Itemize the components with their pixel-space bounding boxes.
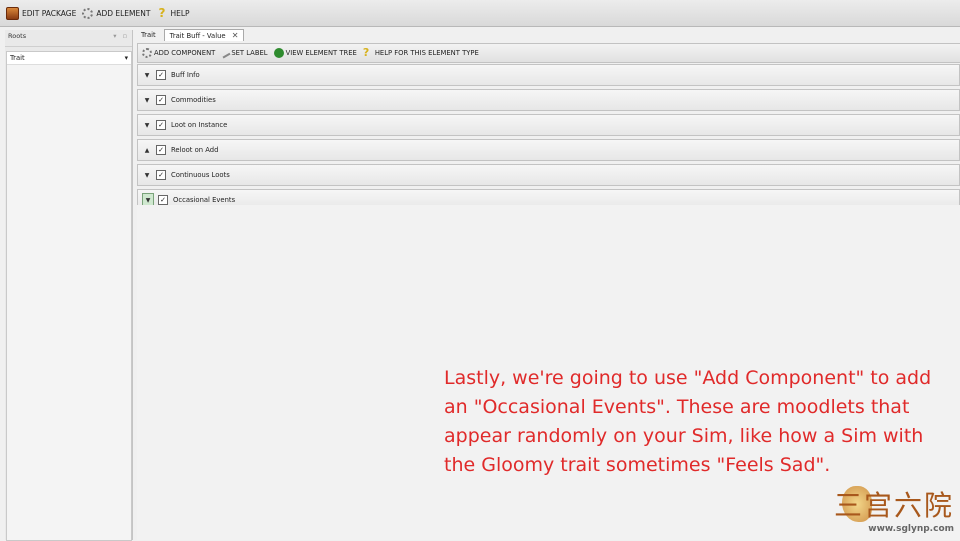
add-element-label: ADD ELEMENT: [96, 8, 151, 18]
help-element-type-button[interactable]: ? HELP FOR THIS ELEMENT TYPE: [362, 46, 479, 59]
component-label: Occasional Events: [173, 196, 236, 204]
pane-controls-icon[interactable]: ▾ ▫: [113, 32, 129, 44]
expand-arrow-icon[interactable]: ▼: [142, 69, 152, 81]
watermark-logo: 三宫六院: [833, 489, 954, 522]
component-checkbox[interactable]: ✓: [156, 170, 166, 180]
component-checkbox[interactable]: ✓: [156, 70, 166, 80]
tab-label: Trait: [141, 30, 156, 39]
set-label-button[interactable]: SET LABEL: [219, 47, 268, 59]
tab-trait[interactable]: Trait: [136, 30, 161, 40]
edit-package-button[interactable]: EDIT PACKAGE: [6, 6, 77, 20]
help-icon: ?: [362, 46, 370, 59]
element-toolbar: ADD COMPONENT SET LABEL VIEW ELEMENT TRE…: [137, 43, 960, 63]
edit-package-label: EDIT PACKAGE: [22, 8, 77, 18]
set-label-label: SET LABEL: [231, 49, 268, 57]
caption-line: appear randomly on your Sim, like how a …: [444, 425, 924, 447]
help-element-type-label: HELP FOR THIS ELEMENT TYPE: [374, 49, 479, 57]
add-component-icon: [142, 48, 152, 58]
component-row-loot-on-instance: ▼ ✓ Loot on Instance: [137, 114, 960, 136]
add-component-label: ADD COMPONENT: [154, 49, 216, 57]
component-checkbox[interactable]: ✓: [156, 120, 166, 130]
help-button[interactable]: ? HELP: [156, 5, 190, 20]
tree-icon: [273, 48, 284, 58]
roots-title: Roots: [8, 32, 27, 40]
caption-line: Lastly, we're going to use "Add Componen…: [444, 367, 932, 389]
component-checkbox[interactable]: ✓: [156, 145, 166, 155]
watermark-url: www.sglynp.com: [868, 524, 954, 534]
caption-line: the Gloomy trait sometimes "Feels Sad".: [444, 454, 831, 476]
tab-trait-buff-value[interactable]: Trait Buff - Value ✕: [163, 28, 245, 41]
component-row-buff-info: ▼ ✓ Buff Info: [137, 64, 960, 86]
help-icon: ?: [158, 5, 166, 20]
component-label: Reloot on Add: [171, 146, 219, 154]
component-checkbox[interactable]: ✓: [158, 195, 168, 205]
component-row-continuous-loots: ▼ ✓ Continuous Loots: [137, 164, 960, 186]
component-label: Loot on Instance: [171, 121, 228, 129]
pencil-icon: [219, 47, 231, 59]
view-element-tree-button[interactable]: VIEW ELEMENT TREE: [273, 48, 357, 58]
component-list: ▼ ✓ Buff Info ▼ ✓ Commodities ▼ ✓ Loot o…: [137, 64, 960, 214]
tutorial-caption: Lastly, we're going to use "Add Componen…: [444, 364, 959, 480]
caption-line: an "Occasional Events". These are moodle…: [444, 396, 910, 418]
list-item-label: Trait: [10, 54, 25, 62]
list-item[interactable]: Trait ▾: [7, 52, 131, 65]
component-row-commodities: ▼ ✓ Commodities: [137, 89, 960, 111]
component-label: Buff Info: [171, 71, 200, 79]
add-element-button[interactable]: ADD ELEMENT: [82, 7, 151, 19]
component-checkbox[interactable]: ✓: [156, 95, 166, 105]
package-icon: [6, 6, 19, 20]
component-label: Continuous Loots: [171, 171, 230, 179]
roots-header: Roots ▾ ▫: [5, 30, 132, 47]
component-row-reloot-on-add: ▲ ✓ Reloot on Add: [137, 139, 960, 161]
help-label: HELP: [170, 8, 190, 18]
tab-bar: Trait Trait Buff - Value ✕: [136, 28, 247, 41]
close-icon[interactable]: ✕: [232, 31, 239, 40]
expand-arrow-icon[interactable]: ▼: [142, 119, 152, 131]
expand-arrow-icon[interactable]: ▼: [142, 94, 152, 106]
view-element-tree-label: VIEW ELEMENT TREE: [285, 49, 357, 57]
tab-label: Trait Buff - Value: [169, 31, 226, 40]
roots-pane: Roots ▾ ▫ Trait ▾: [5, 30, 133, 541]
gear-icon: [82, 7, 94, 19]
component-label: Commodities: [171, 96, 216, 104]
add-component-button[interactable]: ADD COMPONENT: [142, 48, 215, 58]
main-toolbar: EDIT PACKAGE ADD ELEMENT ? HELP: [0, 0, 960, 27]
watermark: 三宫六院 www.sglynp.com: [834, 484, 954, 534]
chevron-down-icon[interactable]: ▾: [125, 54, 128, 62]
collapse-arrow-icon[interactable]: ▲: [142, 144, 152, 156]
expand-arrow-icon[interactable]: ▼: [142, 169, 152, 181]
roots-list: Trait ▾: [6, 51, 132, 541]
